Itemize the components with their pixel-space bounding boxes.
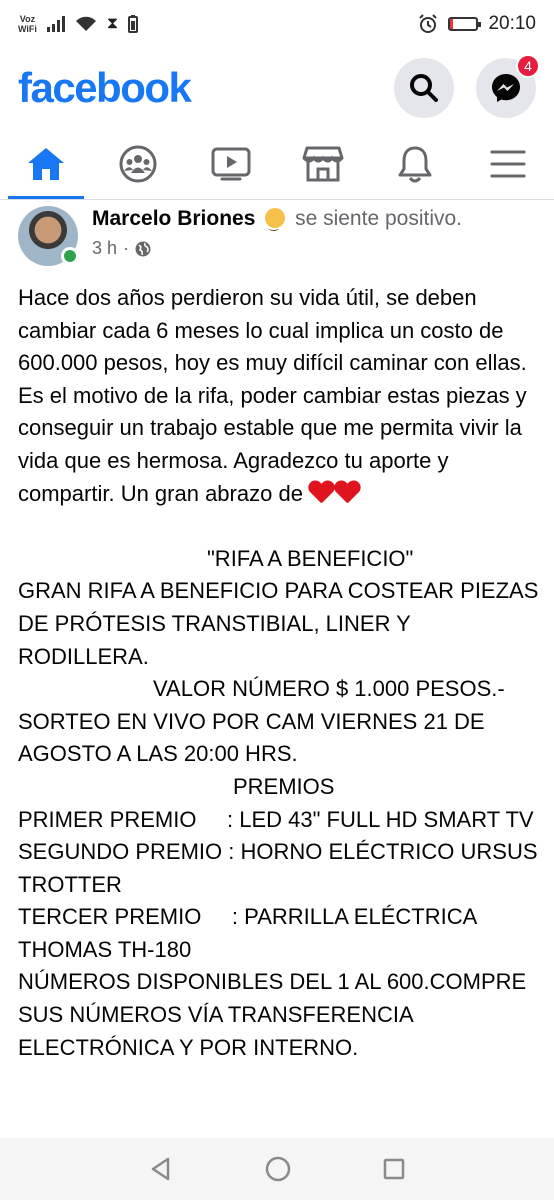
prize-2: SEGUNDO PREMIO : HORNO ELÉCTRICO URSUS T… [18, 839, 538, 897]
post-time[interactable]: 3 h [92, 238, 117, 259]
post-author[interactable]: Marcelo Briones [92, 207, 255, 230]
main-nav [0, 128, 554, 200]
notifications-icon [398, 146, 432, 182]
battery-small-icon [128, 15, 139, 33]
raffle-title: "RIFA A BENEFICIO" [207, 545, 414, 571]
status-bar: Voz WiFi ⧗ 20:10 [0, 0, 554, 48]
volte-indicator: Voz WiFi [18, 14, 37, 34]
battery-icon [448, 17, 482, 31]
hourglass-icon: ⧗ [106, 15, 119, 32]
tab-notifications[interactable] [369, 128, 461, 199]
raffle-draw: SORTEO EN VIVO POR CAM VIERNES 21 DE AGO… [18, 708, 485, 767]
red-heart-icon [309, 481, 335, 505]
relieved-face-icon [265, 208, 286, 238]
red-heart-icon [335, 481, 361, 505]
back-icon[interactable] [148, 1156, 174, 1182]
messenger-icon [492, 74, 520, 102]
groups-icon [119, 145, 157, 182]
post-body: Hace dos años perdieron su vida útil, se… [18, 282, 540, 1064]
clock: 20:10 [488, 13, 536, 34]
alarm-icon [419, 14, 438, 33]
numbers-info: NÚMEROS DISPONIBLES DEL 1 AL 600.COMPRE … [18, 969, 527, 1060]
system-nav-bar [0, 1138, 554, 1200]
raffle-description: GRAN RIFA A BENEFICIO PARA COSTEAR PIEZA… [18, 578, 539, 669]
menu-icon [490, 150, 526, 177]
meta-separator: · [123, 238, 130, 258]
home-icon [28, 147, 65, 180]
signal-icon [46, 16, 65, 32]
facebook-logo[interactable]: facebook [18, 64, 192, 112]
home-circle-icon[interactable] [264, 1155, 292, 1183]
app-header: facebook 4 [0, 48, 554, 128]
tab-marketplace[interactable] [277, 128, 369, 199]
post-paragraph: Hace dos años perdieron su vida útil, se… [18, 285, 527, 506]
prizes-heading: PREMIOS [233, 773, 335, 799]
tab-watch[interactable] [185, 128, 277, 199]
prize-3: TERCER PREMIO : PARRILLA ELÉCTRICA THOMA… [18, 904, 477, 962]
watch-icon [211, 147, 251, 180]
globe-icon [135, 241, 151, 256]
raffle-price: VALOR NÚMERO $ 1.000 PESOS.- [153, 676, 505, 702]
online-indicator [61, 247, 79, 265]
recents-icon[interactable] [382, 1157, 406, 1181]
marketplace-icon [302, 146, 344, 181]
avatar[interactable] [18, 206, 79, 266]
wifi-icon [75, 16, 96, 31]
tab-groups[interactable] [92, 128, 184, 199]
search-button[interactable] [394, 58, 454, 118]
prize-1: PRIMER PREMIO : LED 43" FULL HD SMART TV [18, 806, 534, 832]
tab-home[interactable] [0, 128, 92, 199]
post-header: Marcelo Briones se siente positivo. 3 h … [0, 200, 554, 270]
messenger-button[interactable]: 4 [476, 54, 540, 118]
post-feeling: se siente positivo. [295, 207, 463, 230]
messenger-badge: 4 [516, 54, 540, 78]
tab-menu[interactable] [462, 128, 554, 199]
search-icon [410, 74, 438, 102]
